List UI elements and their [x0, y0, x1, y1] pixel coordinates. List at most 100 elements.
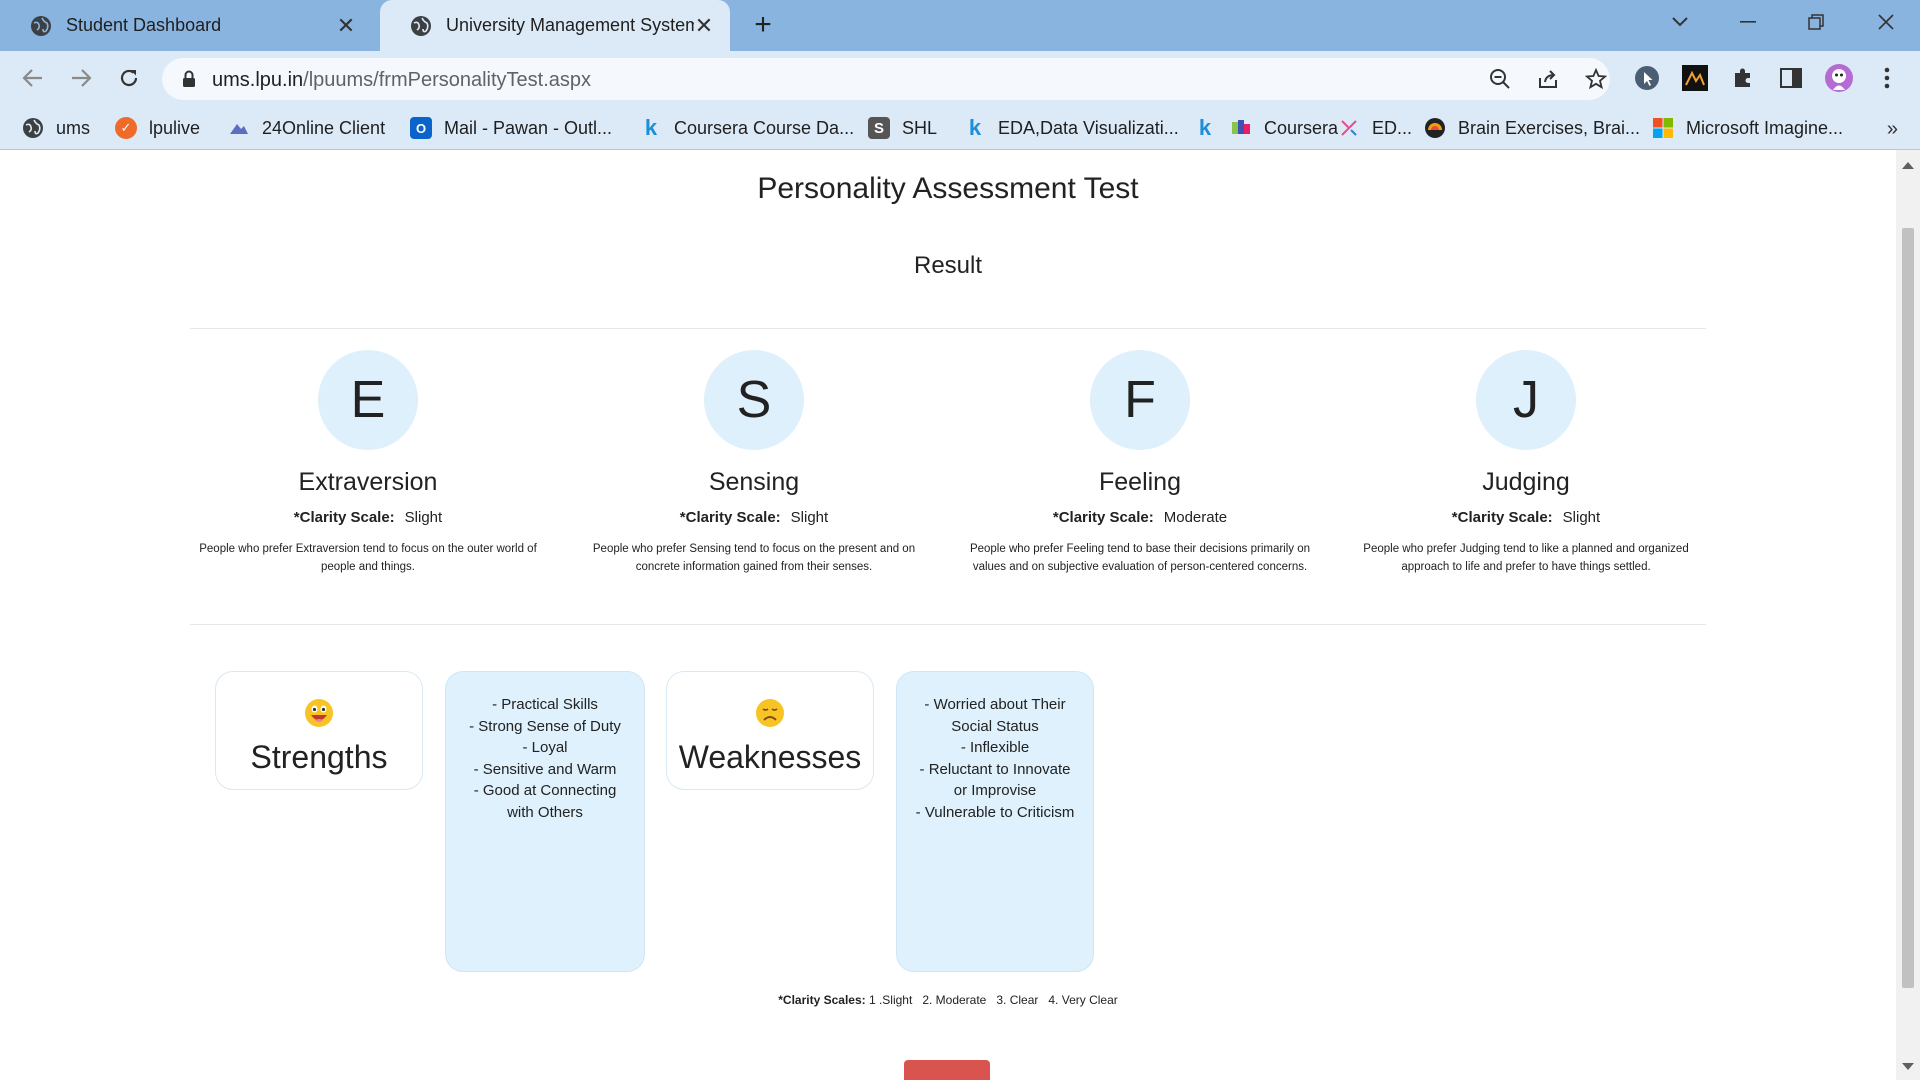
new-tab-button[interactable]: + [748, 10, 778, 40]
weaknesses-title: Weaknesses [678, 739, 862, 775]
bookmark-brain-exercises[interactable]: Brain Exercises, Brai... [1424, 115, 1640, 141]
minimize-button[interactable] [1720, 0, 1776, 44]
globe-icon [31, 15, 51, 36]
strengths-list: - Practical Skills - Strong Sense of Dut… [445, 671, 645, 972]
tab-title: Student Dashboard [66, 15, 222, 35]
bookmark-mail-outlook[interactable]: O Mail - Pawan - Outl... [410, 115, 612, 141]
trait-description: People who prefer Feeling tend to base t… [969, 543, 1311, 573]
extensions-puzzle-icon[interactable] [1728, 63, 1758, 93]
trait-name: Judging [1482, 468, 1570, 496]
next-button[interactable] [904, 1060, 990, 1080]
divider [190, 328, 1706, 329]
globe-icon [22, 117, 44, 139]
lpulive-icon: ✓ [115, 117, 137, 139]
weakness-item: - Inflexible [960, 739, 1030, 756]
bookmark-ed[interactable]: ED... [1338, 115, 1412, 141]
strengths-title: Strengths [250, 739, 388, 775]
trait-clarity: *Clarity Scale: Slight [293, 509, 443, 526]
trait-clarity: *Clarity Scale: Slight [679, 509, 829, 526]
trait-name: Feeling [1099, 468, 1181, 496]
weakness-item: - Vulnerable to Criticism [915, 803, 1075, 821]
trait-sensing: S Sensing *Clarity Scale: Slight People w… [574, 350, 934, 576]
close-window-button[interactable] [1858, 0, 1914, 44]
tab-strip: Student Dashboard ✕ University Managemen… [0, 0, 1920, 51]
zoom-icon[interactable] [1488, 67, 1512, 91]
globe-icon [411, 15, 431, 36]
result-heading: Result [913, 252, 983, 279]
strengths-card: Strengths [215, 671, 423, 790]
bookmark-24online-client[interactable]: 24Online Client [228, 115, 385, 141]
outlook-icon: O [410, 117, 432, 139]
strength-item: - Practical Skills [492, 696, 598, 713]
reload-button[interactable] [114, 63, 144, 93]
trait-description: People who prefer Sensing tend to focus … [592, 543, 916, 573]
trait-letter-circle: S [704, 350, 804, 450]
bookmark-microsoft-imagine[interactable]: Microsoft Imagine... [1652, 115, 1843, 141]
scroll-up-icon[interactable] [1902, 162, 1914, 169]
share-icon[interactable] [1536, 67, 1560, 91]
brain-icon [1424, 117, 1446, 139]
scrollbar-thumb[interactable] [1902, 228, 1914, 988]
weakness-item: - Worried about Their Social Status [924, 696, 1066, 735]
trait-letter-circle: F [1090, 350, 1190, 450]
bookmark-kaggle[interactable]: k [1194, 115, 1220, 141]
strength-item: - Sensitive and Warm [473, 760, 617, 778]
page-content: Personality Assessment Test Result E Ext… [0, 150, 1896, 1080]
weaknesses-card: Weaknesses [666, 671, 874, 790]
url-text: ums.lpu.in/lpuums/frmPersonalityTest.asp… [212, 69, 592, 91]
trait-judging: J Judging *Clarity Scale: Slight People w… [1346, 350, 1706, 576]
trait-clarity: *Clarity Scale: Moderate [1052, 509, 1228, 526]
trait-clarity: *Clarity Scale: Slight [1451, 509, 1601, 526]
grinning-face-icon [305, 699, 333, 727]
strength-item: - Loyal [522, 739, 568, 756]
kaggle-icon: k [968, 115, 982, 140]
forward-button[interactable] [66, 63, 96, 93]
address-bar[interactable]: ums.lpu.in/lpuums/frmPersonalityTest.asp… [162, 58, 1610, 100]
back-button[interactable] [18, 63, 48, 93]
microsoft-icon [1652, 117, 1674, 139]
lock-icon [183, 70, 195, 87]
page-title: Personality Assessment Test [757, 172, 1139, 205]
trait-letter-circle: J [1476, 350, 1576, 450]
sad-face-icon [756, 699, 784, 727]
tab-student-dashboard[interactable]: Student Dashboard ✕ [0, 0, 372, 51]
extension-dark-icon[interactable] [1680, 63, 1710, 93]
bookmark-shl[interactable]: S SHL [868, 115, 937, 141]
bookmark-coursera-course-data[interactable]: k Coursera Course Da... [640, 115, 854, 141]
profile-avatar[interactable] [1824, 63, 1854, 93]
trait-description: People who prefer Extraversion tend to f… [199, 543, 537, 573]
coursera-icon [1230, 117, 1252, 139]
extension-cursor-icon[interactable] [1632, 63, 1662, 93]
kaggle-icon: k [644, 115, 658, 140]
trait-extraversion: E Extraversion *Clarity Scale: Slight Peo… [188, 350, 548, 576]
bookmark-coursera[interactable]: Coursera [1230, 115, 1338, 141]
ed-icon [1338, 117, 1360, 139]
scroll-down-icon[interactable] [1902, 1063, 1914, 1070]
bookmark-star-icon[interactable] [1584, 67, 1608, 91]
kaggle-icon: k [1198, 115, 1212, 140]
shl-icon: S [868, 117, 890, 139]
close-tab-icon[interactable]: ✕ [694, 13, 714, 38]
bookmarks-overflow-chevron-icon[interactable]: » [1887, 118, 1898, 141]
bookmark-ums[interactable]: ums [22, 115, 90, 141]
page-scrollbar[interactable] [1896, 150, 1920, 1080]
clarity-scales-legend: *Clarity Scales: 1 .Slight 2. Moderate 3… [778, 993, 1118, 1007]
tab-title: University Management System - [446, 15, 694, 35]
bookmark-eda-data-visualization[interactable]: k EDA,Data Visualizati... [964, 115, 1179, 141]
close-tab-icon[interactable]: ✕ [336, 13, 356, 38]
tab-search-icon[interactable] [1652, 0, 1708, 44]
divider [190, 624, 1706, 625]
strength-item: - Good at Connecting with Others [473, 782, 617, 821]
tab-university-management-system[interactable]: University Management System - ✕ [380, 0, 730, 51]
browser-menu-icon[interactable] [1872, 63, 1902, 93]
strength-item: - Strong Sense of Duty [469, 717, 621, 735]
trait-letter-circle: E [318, 350, 418, 450]
trait-description: People who prefer Judging tend to like a… [1363, 543, 1689, 573]
side-panel-icon[interactable] [1776, 63, 1806, 93]
weaknesses-list: - Worried about Their Social Status - In… [896, 671, 1094, 972]
bookmark-lpulive[interactable]: ✓ lpulive [115, 115, 200, 141]
bookmarks-bar: ums ✓ lpulive 24Online Client O Mail - P… [0, 106, 1920, 150]
weakness-item: - Reluctant to Innovate or Improvise [919, 760, 1071, 800]
24online-icon [228, 117, 250, 139]
restore-button[interactable] [1788, 0, 1844, 44]
